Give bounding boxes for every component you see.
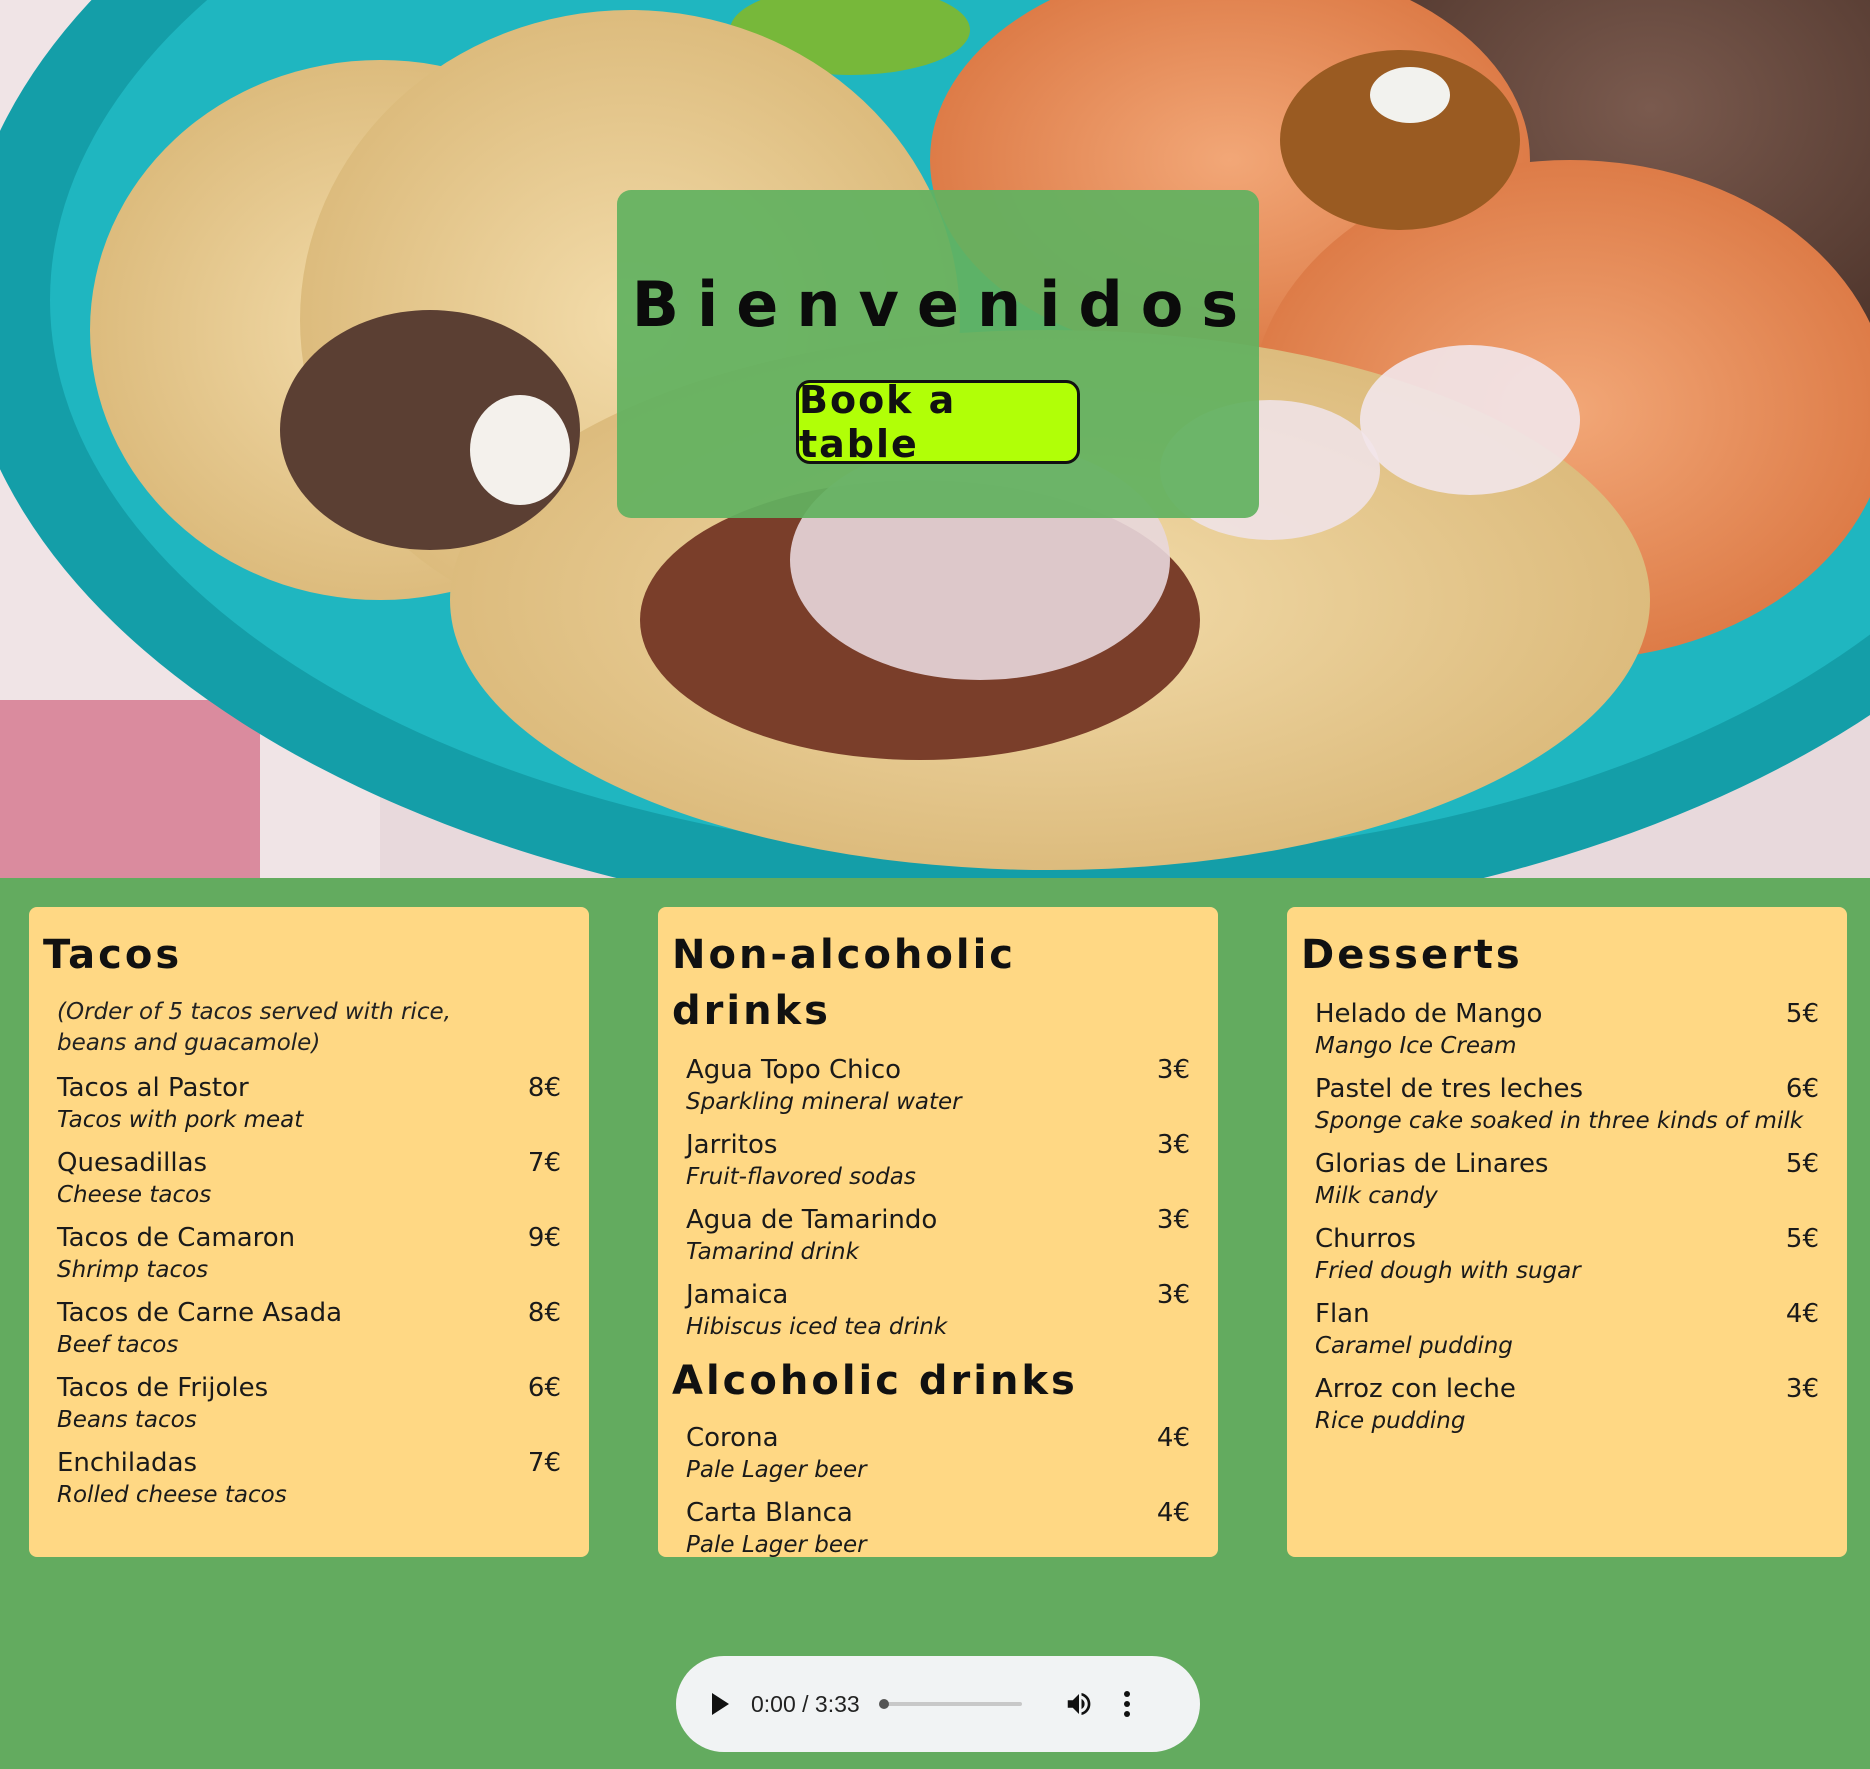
item-description: Hibiscus iced tea drink — [686, 1314, 948, 1340]
item-price: 9€ — [527, 1223, 561, 1253]
seek-knob[interactable] — [878, 1699, 889, 1709]
item-name: Quesadillas — [57, 1148, 208, 1178]
menu-item: Arroz con leche 3€ Rice pudding — [1301, 1372, 1819, 1436]
item-name: Glorias de Linares — [1315, 1149, 1549, 1179]
item-description: Sparkling mineral water — [686, 1089, 962, 1115]
item-description: Beans tacos — [57, 1407, 197, 1433]
more-options-icon[interactable] — [1122, 1689, 1132, 1719]
item-description: Mango Ice Cream — [1315, 1033, 1517, 1059]
item-name: Jarritos — [686, 1130, 778, 1160]
item-name: Tacos de Camaron — [57, 1223, 296, 1253]
item-price: 6€ — [527, 1373, 561, 1403]
welcome-box — [617, 190, 1259, 518]
item-price: 5€ — [1785, 1224, 1819, 1254]
item-name: Enchiladas — [57, 1448, 198, 1478]
tacos-menu-card: Tacos (Order of 5 tacos served with rice… — [29, 907, 589, 1557]
item-description: Rice pudding — [1315, 1408, 1466, 1434]
item-price: 7€ — [527, 1448, 561, 1478]
item-name: Churros — [1315, 1224, 1416, 1254]
item-price: 4€ — [1785, 1299, 1819, 1329]
menu-item: Agua de Tamarindo 3€ Tamarind drink — [672, 1203, 1190, 1267]
menu-item: Jamaica 3€ Hibiscus iced tea drink — [672, 1278, 1190, 1342]
item-price: 3€ — [1156, 1280, 1190, 1310]
item-name: Agua Topo Chico — [686, 1055, 902, 1085]
alcoholic-heading: Alcoholic drinks — [672, 1358, 1078, 1404]
item-description: Tamarind drink — [686, 1239, 859, 1265]
nonalcoholic-heading: Non-alcoholic drinks — [672, 932, 1017, 1034]
item-price: 3€ — [1156, 1055, 1190, 1085]
item-name: Pastel de tres leches — [1315, 1074, 1584, 1104]
tacos-heading: Tacos — [43, 932, 183, 978]
book-table-button[interactable]: Book a table — [796, 378, 1080, 466]
item-price: 8€ — [527, 1298, 561, 1328]
menu-item: Glorias de Linares 5€ Milk candy — [1301, 1147, 1819, 1211]
item-description: Tacos with pork meat — [57, 1107, 304, 1133]
audio-player: 0:00 / 3:33 — [676, 1656, 1200, 1752]
item-description: Pale Lager beer — [686, 1457, 867, 1483]
item-name: Flan — [1315, 1299, 1370, 1329]
item-description: Shrimp tacos — [57, 1257, 209, 1283]
audio-seek-bar[interactable] — [878, 1699, 1022, 1709]
volume-icon[interactable] — [1064, 1689, 1094, 1719]
menu-item: Jarritos 3€ Fruit-flavored sodas — [672, 1128, 1190, 1192]
item-name: Tacos de Carne Asada — [57, 1298, 343, 1328]
menu-item: Enchiladas 7€ Rolled cheese tacos — [43, 1446, 561, 1510]
play-icon[interactable] — [712, 1693, 729, 1715]
menu-item: Quesadillas 7€ Cheese tacos — [43, 1146, 561, 1210]
item-price: 3€ — [1156, 1130, 1190, 1160]
item-description: Milk candy — [1315, 1183, 1438, 1209]
menu-item: Helado de Mango 5€ Mango Ice Cream — [1301, 997, 1819, 1061]
desserts-menu-card: Desserts Helado de Mango 5€ Mango Ice Cre… — [1287, 907, 1847, 1557]
audio-time: 0:00 / 3:33 — [751, 1690, 860, 1717]
menu-item: Tacos de Camaron 9€ Shrimp tacos — [43, 1221, 561, 1285]
item-price: 4€ — [1156, 1423, 1190, 1453]
desserts-heading: Desserts — [1301, 932, 1523, 978]
item-price: 8€ — [527, 1073, 561, 1103]
menu-item: Tacos de Frijoles 6€ Beans tacos — [43, 1371, 561, 1435]
item-price: 6€ — [1785, 1074, 1819, 1104]
item-description: Sponge cake soaked in three kinds of mil… — [1315, 1108, 1804, 1134]
menu-item: Carta Blanca 4€ Pale Lager beer — [672, 1496, 1190, 1560]
item-name: Helado de Mango — [1315, 999, 1543, 1029]
item-price: 5€ — [1785, 999, 1819, 1029]
menu-item: Tacos de Carne Asada 8€ Beef tacos — [43, 1296, 561, 1360]
item-name: Tacos de Frijoles — [57, 1373, 269, 1403]
item-name: Arroz con leche — [1315, 1374, 1516, 1404]
item-name: Agua de Tamarindo — [686, 1205, 938, 1235]
menu-item: Tacos al Pastor 8€ Tacos with pork meat — [43, 1071, 561, 1135]
item-name: Corona — [686, 1423, 779, 1453]
item-price: 5€ — [1785, 1149, 1819, 1179]
item-price: 4€ — [1156, 1498, 1190, 1528]
item-price: 3€ — [1156, 1205, 1190, 1235]
item-price: 7€ — [527, 1148, 561, 1178]
item-name: Tacos al Pastor — [57, 1073, 249, 1103]
menu-item: Corona 4€ Pale Lager beer — [672, 1421, 1190, 1485]
menu-item: Agua Topo Chico 3€ Sparkling mineral wate… — [672, 1053, 1190, 1117]
item-description: Fruit-flavored sodas — [686, 1164, 916, 1190]
tacos-note: (Order of 5 tacos served with rice, bean… — [57, 999, 451, 1056]
menu-item: Pastel de tres leches 6€ Sponge cake soak… — [1301, 1072, 1819, 1136]
item-description: Beef tacos — [57, 1332, 179, 1358]
item-description: Fried dough with sugar — [1315, 1258, 1581, 1284]
item-description: Cheese tacos — [57, 1182, 212, 1208]
drinks-menu-card: Non-alcoholic drinks Agua Topo Chico 3€ S… — [658, 907, 1218, 1560]
hero-section: Bienvenidos Book a table — [0, 0, 1870, 878]
item-name: Jamaica — [686, 1280, 789, 1310]
item-price: 3€ — [1785, 1374, 1819, 1404]
menu-item: Flan 4€ Caramel pudding — [1301, 1297, 1819, 1361]
menu-item: Churros 5€ Fried dough with sugar — [1301, 1222, 1819, 1286]
item-description: Rolled cheese tacos — [57, 1482, 287, 1508]
item-description: Caramel pudding — [1315, 1333, 1513, 1359]
welcome-title: Bienvenidos — [631, 268, 1257, 341]
item-description: Pale Lager beer — [686, 1532, 867, 1558]
item-name: Carta Blanca — [686, 1498, 853, 1528]
